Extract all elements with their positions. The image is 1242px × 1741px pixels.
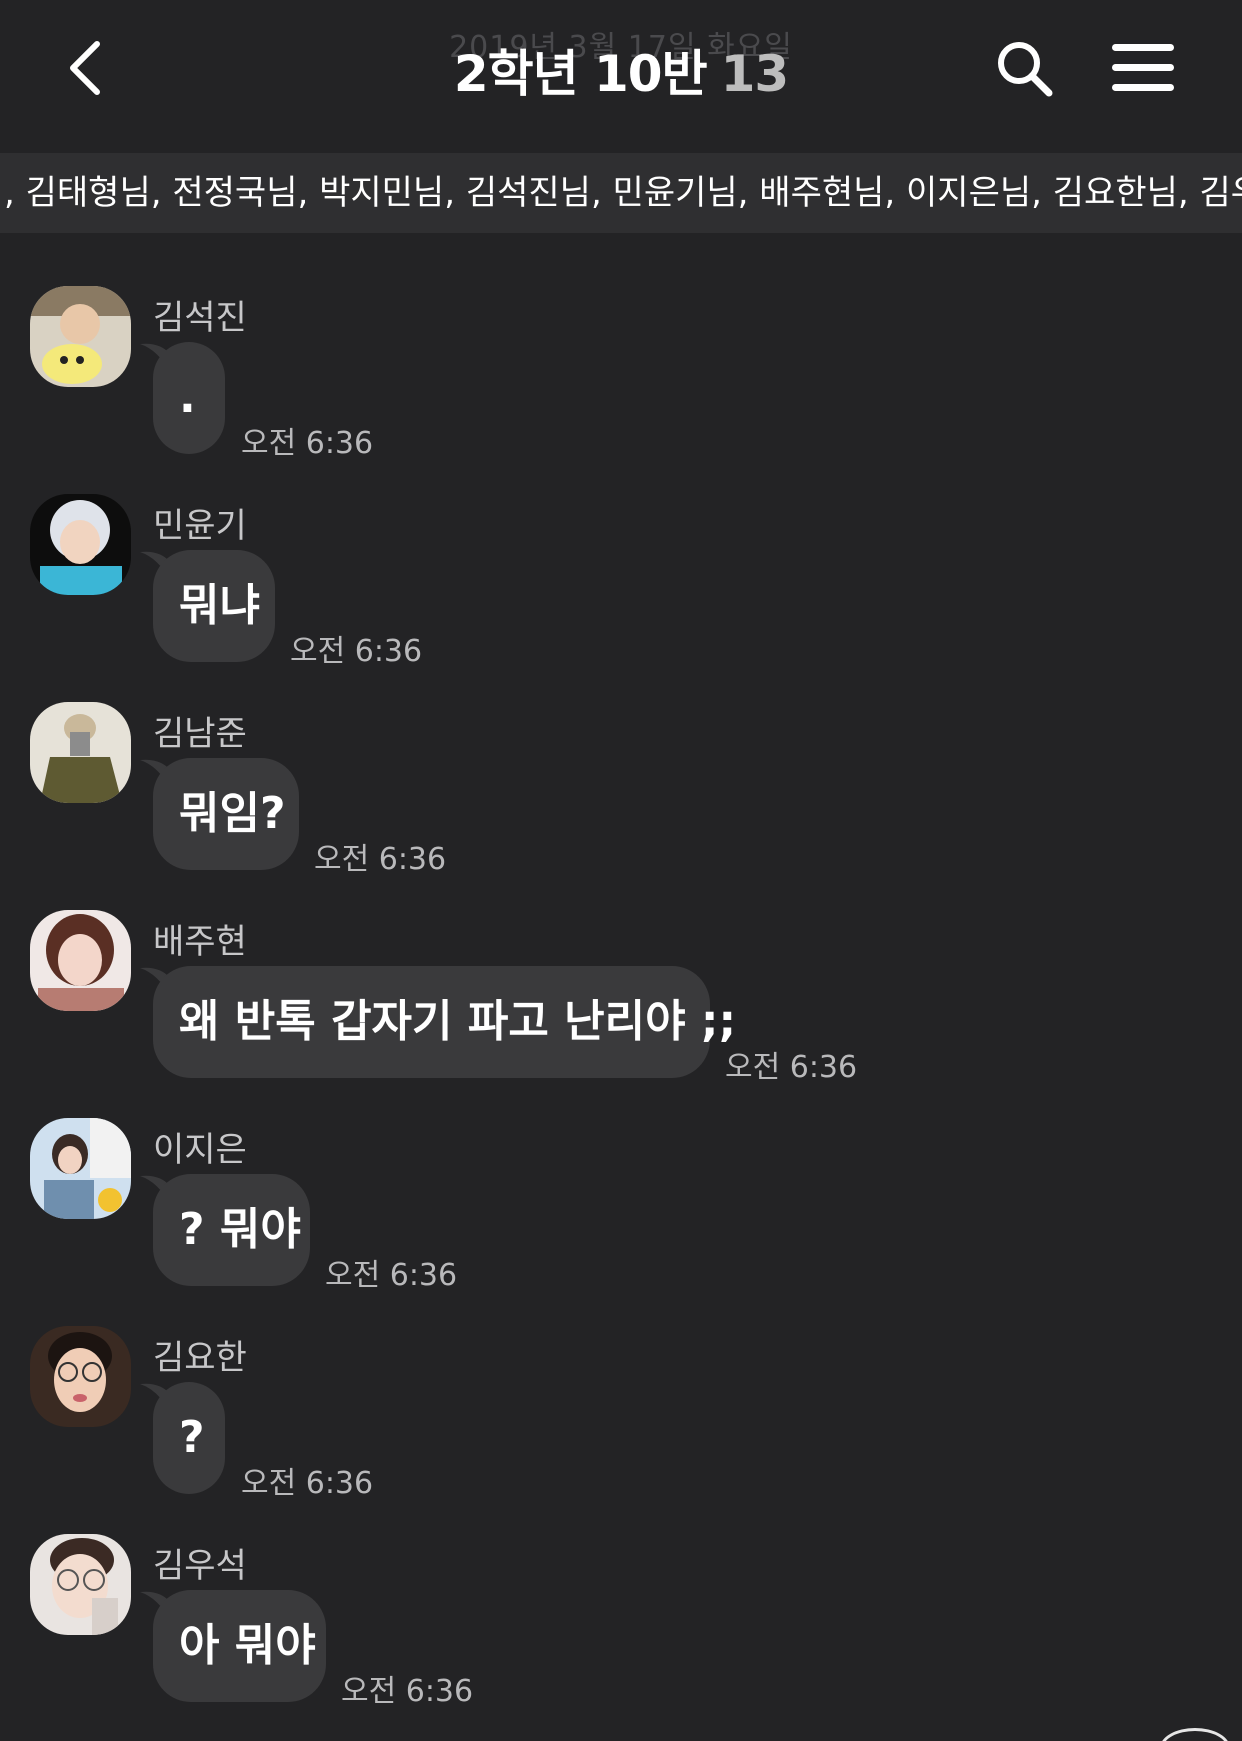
message-row: 김우석 아 뭐야 오전 6:36 <box>0 1534 1242 1714</box>
message-bubble[interactable]: 왜 반톡 갑자기 파고 난리야 ;; <box>153 966 736 1078</box>
avatar[interactable] <box>30 494 131 595</box>
message-time: 오전 6:36 <box>314 842 447 877</box>
profile-photo <box>30 494 131 595</box>
member-count: 13 <box>720 45 790 103</box>
chat-header: 2019년 3월 17일 화요일 2학년 10반 13 <box>0 0 1242 140</box>
message-row: 김남준 뭐임? 오전 6:36 <box>0 702 1242 882</box>
avatar[interactable] <box>30 286 131 387</box>
profile-photo <box>30 1118 131 1219</box>
scroll-down-button[interactable] <box>1160 1728 1230 1741</box>
sender-name: 김석진 <box>153 298 247 338</box>
profile-photo <box>30 702 131 803</box>
sender-name: 이지은 <box>153 1130 247 1170</box>
sender-name: 김우석 <box>153 1546 247 1586</box>
message-bubble[interactable]: ? 뭐야 <box>153 1174 310 1286</box>
profile-photo <box>30 286 131 387</box>
message-time: 오전 6:36 <box>290 634 423 669</box>
message-time: 오전 6:36 <box>725 1050 858 1085</box>
sender-name: 민윤기 <box>153 506 247 546</box>
message-row: 이지은 ? 뭐야 오전 6:36 <box>0 1118 1242 1298</box>
message-time: 오전 6:36 <box>341 1674 474 1709</box>
message-row: 김요한 ? 오전 6:36 <box>0 1326 1242 1506</box>
hamburger-menu-icon <box>1112 44 1174 91</box>
chat-room-name: 2학년 10반 <box>453 45 708 103</box>
profile-photo <box>30 1326 131 1427</box>
message-bubble[interactable]: 뭐냐 <box>153 550 275 662</box>
profile-photo <box>30 910 131 1011</box>
sender-name: 김남준 <box>153 714 247 754</box>
chat-screen: 2019년 3월 17일 화요일 2학년 10반 13 , 김태형님, 전정국님,… <box>0 0 1242 1741</box>
avatar[interactable] <box>30 1326 131 1427</box>
message-bubble[interactable]: ? <box>153 1382 225 1494</box>
avatar[interactable] <box>30 702 131 803</box>
message-row: 배주현 왜 반톡 갑자기 파고 난리야 ;; 오전 6:36 <box>0 910 1242 1090</box>
avatar[interactable] <box>30 910 131 1011</box>
message-bubble[interactable]: . <box>153 342 225 454</box>
sender-name: 김요한 <box>153 1338 247 1378</box>
message-row: 김석진 . 오전 6:36 <box>0 286 1242 466</box>
message-bubble[interactable]: 뭐임? <box>153 758 299 870</box>
message-time: 오전 6:36 <box>241 1466 374 1501</box>
message-time: 오전 6:36 <box>241 426 374 461</box>
avatar[interactable] <box>30 1118 131 1219</box>
search-button[interactable] <box>990 34 1060 104</box>
search-icon <box>998 42 1053 97</box>
members-strip[interactable]: , 김태형님, 전정국님, 박지민님, 김석진님, 민윤기님, 배주현님, 이지… <box>0 153 1242 233</box>
message-time: 오전 6:36 <box>325 1258 458 1293</box>
profile-photo <box>30 1534 131 1635</box>
message-row: 민윤기 뭐냐 오전 6:36 <box>0 494 1242 674</box>
menu-button[interactable] <box>1108 38 1178 98</box>
avatar[interactable] <box>30 1534 131 1635</box>
message-bubble[interactable]: 아 뭐야 <box>153 1590 326 1702</box>
sender-name: 배주현 <box>153 922 247 962</box>
